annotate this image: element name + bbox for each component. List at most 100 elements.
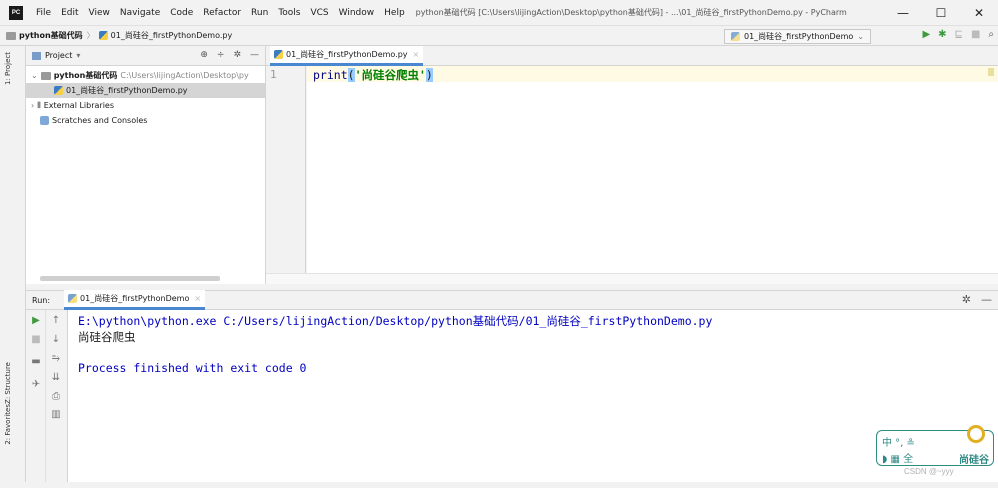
horizontal-scrollbar[interactable] xyxy=(40,276,220,281)
editor-tab-label: 01_尚硅谷_firstPythonDemo.py xyxy=(286,50,408,59)
close-tab-icon[interactable]: × xyxy=(194,294,201,303)
inspection-marker[interactable] xyxy=(988,68,994,76)
chevron-down-icon[interactable]: ▾ xyxy=(76,51,80,60)
menu-help[interactable]: Help xyxy=(379,8,410,18)
breadcrumb-file[interactable]: 01_尚硅谷_firstPythonDemo.py xyxy=(111,30,233,41)
soft-wrap-icon[interactable]: ⥱ xyxy=(46,353,66,364)
menu-file[interactable]: File xyxy=(31,8,56,18)
watermark: CSDN @~yyy xyxy=(904,467,954,476)
project-panel-header: Project ▾ ⊕ ÷ ✲ — xyxy=(26,46,265,66)
pycharm-logo-icon: PC xyxy=(9,5,23,20)
tree-item-scratches[interactable]: Scratches and Consoles xyxy=(26,113,265,128)
run-toolbar: ▶ ✱ ⊑ ■ ⌕ xyxy=(922,29,994,40)
collapse-all-icon[interactable]: ÷ xyxy=(217,50,225,60)
stop-icon[interactable]: ■ xyxy=(26,334,46,345)
tree-item-label: Scratches and Consoles xyxy=(52,116,148,125)
code-function: print xyxy=(313,68,348,82)
print-icon[interactable]: ⎙ xyxy=(46,391,66,402)
breadcrumb: python基础代码 〉 01_尚硅谷_firstPythonDemo.py xyxy=(6,30,232,41)
run-panel-label: Run: xyxy=(32,295,51,305)
hide-icon[interactable]: — xyxy=(981,293,992,306)
python-file-icon xyxy=(98,31,108,40)
project-tool-tab[interactable]: 1: Project xyxy=(4,52,12,85)
python-file-icon xyxy=(730,32,740,41)
hide-icon[interactable]: — xyxy=(250,50,259,60)
layout-icon[interactable]: ▬ xyxy=(26,356,46,367)
run-configuration-name: 01_尚硅谷_firstPythonDemo xyxy=(743,32,854,41)
editor-tab-bar: 01_尚硅谷_firstPythonDemo.py × xyxy=(266,46,998,66)
minimize-button[interactable]: — xyxy=(884,0,922,26)
project-view-selector[interactable]: Project xyxy=(45,51,72,60)
console-output[interactable]: E:\python\python.exe C:/Users/lijingActi… xyxy=(68,310,998,482)
gear-icon[interactable]: ✲ xyxy=(962,293,971,306)
breadcrumb-project[interactable]: python基础代码 xyxy=(19,30,83,41)
editor-gutter: 1 xyxy=(266,66,306,273)
run-configuration-selector[interactable]: 01_尚硅谷_firstPythonDemo ⌄ xyxy=(723,29,871,44)
code-paren-close: ) xyxy=(425,68,433,82)
locate-icon[interactable]: ⊕ xyxy=(200,50,208,60)
scratches-icon xyxy=(40,116,49,125)
python-file-icon xyxy=(54,86,63,95)
menu-edit[interactable]: Edit xyxy=(56,8,83,18)
menu-navigate[interactable]: Navigate xyxy=(115,8,165,18)
chevron-down-icon: ⌄ xyxy=(31,71,38,80)
ime-mode-indicator[interactable]: 中 °, ≗ xyxy=(882,434,915,449)
left-tool-strip: 1: Project Z: Structure 2: Favorites xyxy=(0,46,26,488)
arrow-down-icon[interactable]: ↓ xyxy=(46,334,66,345)
coverage-icon[interactable]: ⊑ xyxy=(955,29,963,40)
menu-view[interactable]: View xyxy=(84,8,115,18)
menu-run[interactable]: Run xyxy=(246,8,273,18)
tree-item-project-root[interactable]: ⌄ python基础代码 C:\Users\lijingAction\Deskt… xyxy=(26,68,265,83)
structure-tool-tab[interactable]: Z: Structure xyxy=(4,362,12,404)
main-menu: File Edit View Navigate Code Refactor Ru… xyxy=(31,8,410,18)
python-file-icon xyxy=(274,50,283,59)
chevron-right-icon: › xyxy=(31,101,35,110)
breadcrumb-separator-icon: 〉 xyxy=(86,31,95,40)
search-icon[interactable]: ⌕ xyxy=(988,29,994,40)
rerun-icon[interactable]: ▶ xyxy=(26,315,46,326)
menu-tools[interactable]: Tools xyxy=(273,8,305,18)
code-editor[interactable]: print('尚硅谷爬虫') xyxy=(307,66,998,273)
gear-icon[interactable]: ✲ xyxy=(233,50,241,60)
console-command-line: E:\python\python.exe C:/Users/lijingActi… xyxy=(78,314,713,328)
run-panel-actions: ✲ — xyxy=(962,293,992,306)
tree-item-label: 01_尚硅谷_firstPythonDemo.py xyxy=(66,86,188,95)
tree-item-label: python基础代码 xyxy=(53,71,118,80)
editor-tab[interactable]: 01_尚硅谷_firstPythonDemo.py × xyxy=(270,46,424,66)
run-tab[interactable]: 01_尚硅谷_firstPythonDemo × xyxy=(64,290,206,310)
run-toolbar-right: ↑ ↓ ⥱ ⇊ ⎙ ▥ xyxy=(46,310,68,482)
folder-icon xyxy=(40,71,51,80)
run-icon[interactable]: ▶ xyxy=(922,29,930,40)
close-button[interactable]: ✕ xyxy=(960,0,998,26)
ime-options[interactable]: ◗ ▦ 全 xyxy=(882,450,913,465)
line-number: 1 xyxy=(270,68,277,81)
scroll-to-end-icon[interactable]: ⇊ xyxy=(46,372,66,383)
code-string: '尚硅谷爬虫' xyxy=(354,68,426,82)
arrow-up-icon[interactable]: ↑ xyxy=(46,315,66,326)
menu-window[interactable]: Window xyxy=(334,8,380,18)
editor-bottom-area xyxy=(266,273,998,284)
folder-icon xyxy=(6,31,16,40)
project-panel: Project ▾ ⊕ ÷ ✲ — ⌄ python基础代码 C:\Users\… xyxy=(26,46,266,284)
window-title: python基础代码 [C:\Users\lijingAction\Deskto… xyxy=(415,8,847,17)
menu-bar: PC File Edit View Navigate Code Refactor… xyxy=(0,0,998,26)
tree-item-path: C:\Users\lijingAction\Desktop\py xyxy=(120,71,249,80)
close-tab-icon[interactable]: × xyxy=(413,50,420,59)
run-tab-label: 01_尚硅谷_firstPythonDemo xyxy=(80,294,190,303)
menu-code[interactable]: Code xyxy=(165,8,198,18)
trash-icon[interactable]: ▥ xyxy=(46,409,66,420)
debug-icon[interactable]: ✱ xyxy=(938,29,946,40)
tree-item-external-libraries[interactable]: › ⦀ External Libraries xyxy=(26,98,265,113)
ime-toolbar[interactable]: 中 °, ≗ ◗ ▦ 全 尚硅谷 xyxy=(876,425,994,466)
favorites-tool-tab[interactable]: 2: Favorites xyxy=(4,404,12,445)
menu-refactor[interactable]: Refactor xyxy=(198,8,246,18)
code-paren-open: ( xyxy=(347,68,355,82)
pin-icon[interactable]: ✈ xyxy=(26,379,46,390)
tree-item-file[interactable]: 01_尚硅谷_firstPythonDemo.py xyxy=(26,83,265,98)
stop-icon[interactable]: ■ xyxy=(971,29,980,40)
code-line[interactable]: print('尚硅谷爬虫') xyxy=(313,67,433,83)
window-controls: — ☐ ✕ xyxy=(884,0,998,26)
ime-brand-label: 尚硅谷 xyxy=(959,455,989,466)
menu-vcs[interactable]: VCS xyxy=(305,8,333,18)
maximize-button[interactable]: ☐ xyxy=(922,0,960,26)
